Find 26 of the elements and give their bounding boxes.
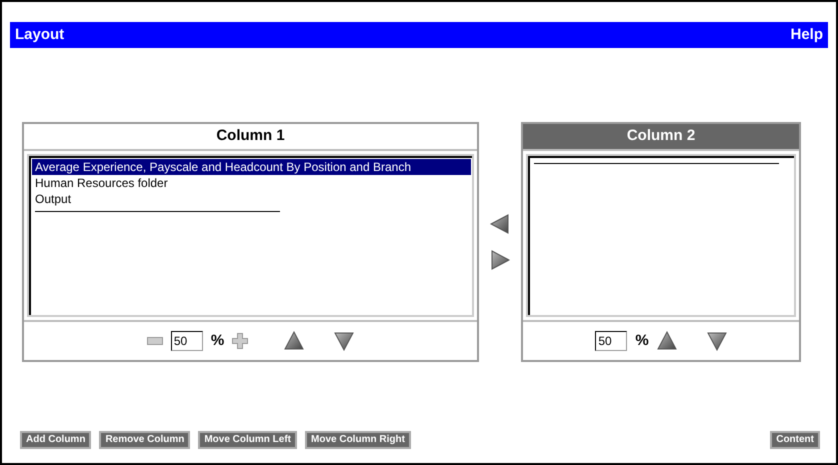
list-item[interactable]: Human Resources folder — [32, 175, 471, 191]
action-button[interactable]: Remove Column — [99, 431, 190, 449]
plus-icon[interactable] — [232, 333, 248, 349]
list-item[interactable]: Average Experience, Payscale and Headcount By Position and Branch — [32, 159, 471, 175]
content-button[interactable]: Content — [770, 431, 820, 449]
percent-label: % — [635, 330, 649, 351]
move-down-icon[interactable] — [706, 331, 727, 351]
move-down-icon[interactable] — [334, 331, 354, 351]
move-up-icon[interactable] — [284, 331, 304, 351]
action-button[interactable]: Move Column Left — [198, 431, 298, 449]
column-header[interactable]: Column 1 — [24, 124, 477, 151]
width-field[interactable]: 50 — [595, 331, 628, 351]
percent-label: % — [210, 330, 224, 351]
move-right-icon[interactable] — [490, 250, 510, 270]
list-box[interactable]: Average Experience, Payscale and Headcount By Position and Branch Human Resources folder Output — [27, 154, 474, 317]
minus-icon[interactable] — [146, 337, 163, 345]
action-button[interactable]: Move Column Right — [305, 431, 411, 449]
list-box[interactable] — [526, 154, 796, 317]
column-header[interactable]: Column 2 — [523, 124, 799, 151]
window-title: Layout — [15, 24, 64, 45]
list-item[interactable]: Output — [32, 191, 471, 207]
move-up-icon[interactable] — [656, 331, 677, 351]
width-field[interactable]: 50 — [170, 331, 203, 351]
action-button[interactable]: Add Column — [20, 431, 92, 449]
help-link[interactable]: Help — [790, 24, 823, 46]
move-left-icon[interactable] — [490, 214, 510, 234]
